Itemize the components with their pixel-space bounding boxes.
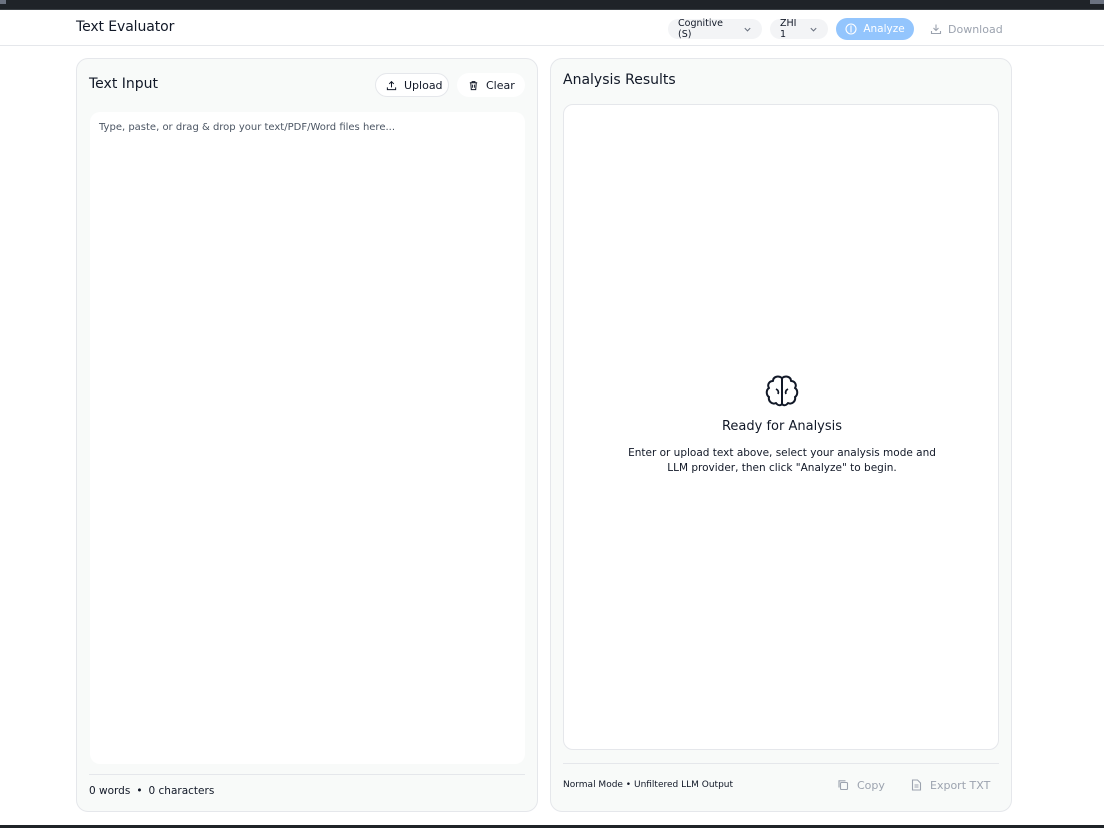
empty-state: Ready for Analysis Enter or upload text … [564, 373, 1000, 476]
window-corner-right [1090, 0, 1104, 4]
analysis-results-panel: Analysis Results Ready for Analysis Ente… [550, 58, 1012, 812]
analysis-results-title: Analysis Results [563, 72, 676, 88]
clear-button[interactable]: Clear [457, 73, 525, 97]
brain-icon [764, 373, 800, 409]
app-title: Text Evaluator [76, 19, 175, 35]
analyze-button[interactable]: Analyze [836, 18, 914, 40]
llm-provider-value: ZHI 1 [780, 18, 797, 40]
export-label: Export TXT [930, 778, 991, 792]
download-icon [930, 23, 942, 35]
chevron-down-icon [743, 25, 752, 34]
divider [89, 774, 525, 775]
text-input-area[interactable] [90, 112, 525, 764]
ready-title: Ready for Analysis [721, 419, 843, 434]
mode-info: Normal Mode • Unfiltered LLM Output [563, 780, 734, 790]
ready-description: Enter or upload text above, select your … [628, 447, 936, 474]
download-label: Download [948, 22, 1003, 36]
trash-icon [468, 80, 479, 91]
copy-label: Copy [857, 778, 885, 792]
copy-button[interactable]: Copy [829, 774, 891, 796]
upload-label: Upload [404, 78, 443, 92]
brain-icon [845, 23, 857, 35]
divider [563, 763, 999, 764]
chevron-down-icon [809, 25, 818, 34]
results-box: Ready for Analysis Enter or upload text … [563, 104, 999, 750]
upload-button[interactable]: Upload [375, 73, 449, 97]
word-count: 0 words [89, 785, 131, 797]
llm-provider-select[interactable]: ZHI 1 [770, 18, 828, 40]
analyze-label: Analyze [863, 23, 905, 35]
analysis-mode-value: Cognitive (S) [678, 18, 723, 40]
text-input-panel: Text Input Upload Clear 0 words • 0 char… [76, 58, 538, 812]
count-separator: • [136, 785, 143, 797]
export-txt-button[interactable]: Export TXT [903, 774, 995, 796]
clear-label: Clear [486, 78, 515, 92]
file-text-icon [911, 779, 922, 791]
copy-icon [837, 779, 849, 791]
app-header: Text Evaluator Cognitive (S) ZHI 1 Analy… [0, 10, 1104, 46]
window-corner-left [0, 0, 6, 4]
word-count-bar: 0 words • 0 characters [89, 785, 214, 797]
analysis-mode-select[interactable]: Cognitive (S) [668, 18, 762, 40]
text-input-title: Text Input [89, 76, 159, 92]
upload-icon [386, 80, 397, 91]
window-top-bar [0, 0, 1104, 10]
download-button[interactable]: Download [924, 18, 1008, 40]
character-count: 0 characters [148, 785, 215, 797]
